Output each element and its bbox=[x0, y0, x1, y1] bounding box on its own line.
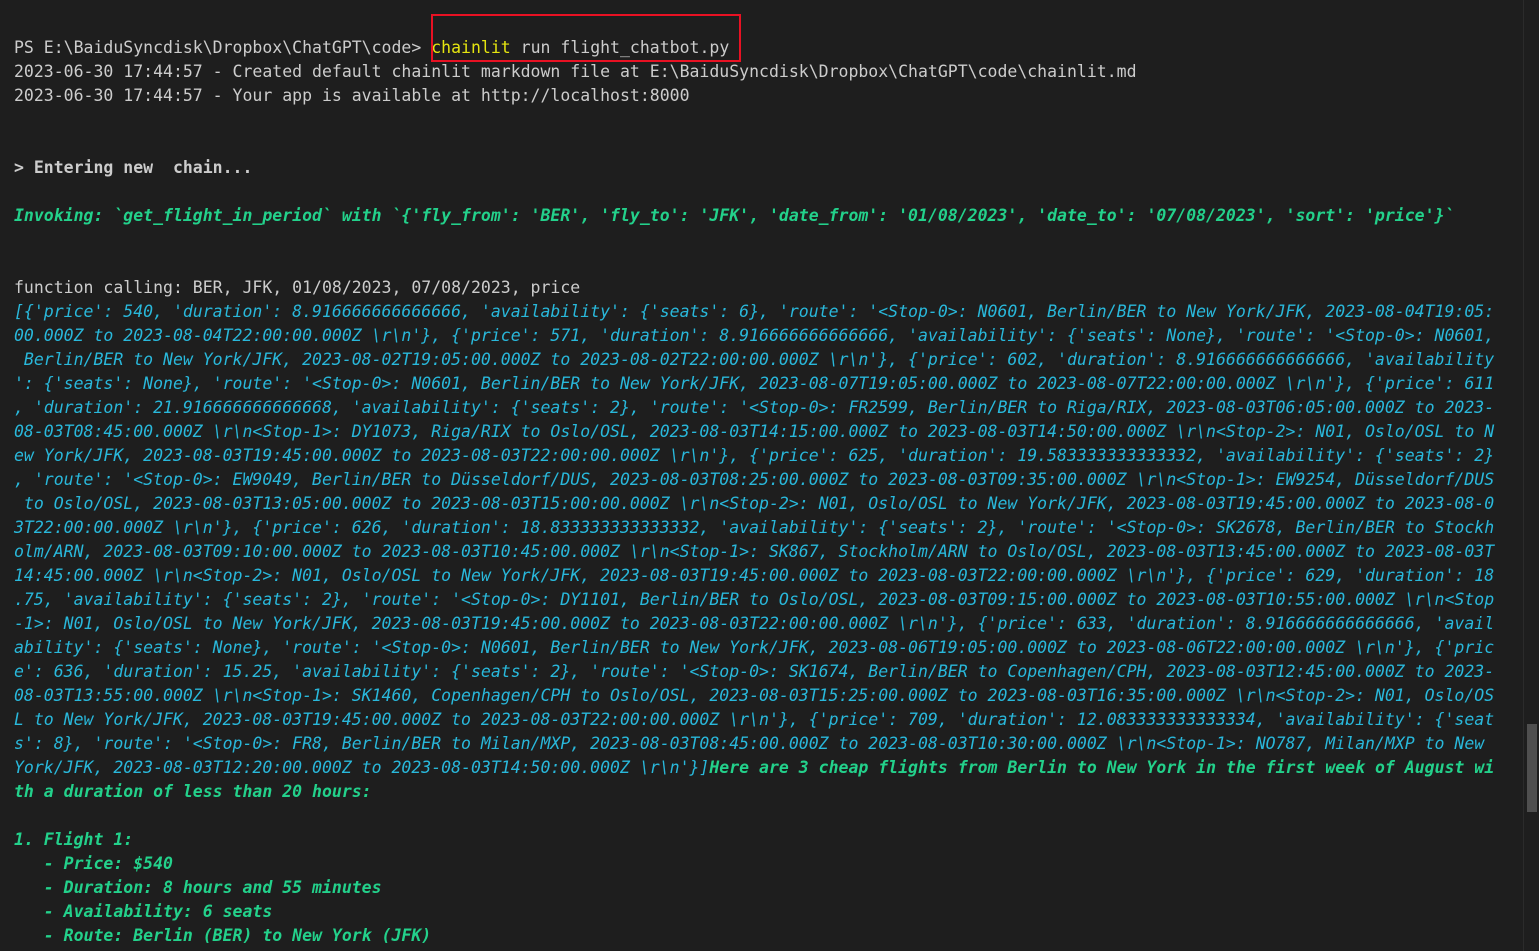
command-program: chainlit bbox=[431, 38, 511, 57]
result-line: 00.000Z to 2023-08-04T22:00:00.000Z \r\n… bbox=[14, 326, 1495, 345]
shell-prompt: PS E:\BaiduSyncdisk\Dropbox\ChatGPT\code… bbox=[14, 38, 432, 57]
entering-chain-line: > Entering new chain... bbox=[14, 158, 253, 177]
result-line: , 'duration': 21.916666666666668, 'avail… bbox=[14, 398, 1495, 417]
result-line: ': {'seats': None}, 'route': '<Stop-0>: … bbox=[14, 374, 1495, 393]
result-line: s': 8}, 'route': '<Stop-0>: FR8, Berlin/… bbox=[14, 734, 1485, 753]
invoking-line: Invoking: `get_flight_in_period` with `{… bbox=[14, 206, 1455, 225]
result-line: 08-03T13:55:00.000Z \r\n<Stop-1>: SK1460… bbox=[14, 686, 1495, 705]
result-line: 08-03T08:45:00.000Z \r\n<Stop-1>: DY1073… bbox=[14, 422, 1495, 441]
result-line-final: York/JFK, 2023-08-03T12:20:00.000Z to 20… bbox=[14, 756, 1494, 780]
flight-duration: - Duration: 8 hours and 55 minutes bbox=[14, 878, 382, 897]
flight-heading: 1. Flight 1: bbox=[14, 830, 134, 849]
log-line-available: 2023-06-30 17:44:57 - Your app is availa… bbox=[14, 86, 690, 105]
flight-route: - Route: Berlin (BER) to New York (JFK) bbox=[14, 926, 432, 945]
result-line: to Oslo/OSL, 2023-08-03T13:05:00.000Z to… bbox=[14, 494, 1495, 513]
result-line: , 'route': '<Stop-0>: EW9049, Berlin/BER… bbox=[14, 470, 1495, 489]
result-line: ability': {'seats': None}, 'route': '<St… bbox=[14, 638, 1495, 657]
result-line: ew York/JFK, 2023-08-03T19:45:00.000Z to… bbox=[14, 446, 1495, 465]
flight-availability: - Availability: 6 seats bbox=[14, 902, 273, 921]
result-line: -1>: N01, Oslo/OSL to New York/JFK, 2023… bbox=[14, 614, 1495, 633]
command-line: PS E:\BaiduSyncdisk\Dropbox\ChatGPT\code… bbox=[14, 36, 729, 60]
result-line: e': 636, 'duration': 15.25, 'availabilit… bbox=[14, 662, 1495, 681]
result-line: Berlin/BER to New York/JFK, 2023-08-02T1… bbox=[14, 350, 1495, 369]
result-line: olm/ARN, 2023-08-03T09:10:00.000Z to 202… bbox=[14, 542, 1495, 561]
result-line: 3T22:00:00.000Z \r\n'}, {'price': 626, '… bbox=[14, 518, 1495, 537]
answer-wrap-line: th a duration of less than 20 hours: bbox=[14, 782, 372, 801]
command-args: run flight_chatbot.py bbox=[510, 38, 730, 57]
terminal-output[interactable]: PS E:\BaiduSyncdisk\Dropbox\ChatGPT\code… bbox=[0, 0, 1524, 951]
vertical-scrollbar[interactable] bbox=[1523, 0, 1539, 951]
result-line: .75, 'availability': {'seats': 2}, 'rout… bbox=[14, 590, 1495, 609]
log-line-created: 2023-06-30 17:44:57 - Created default ch… bbox=[14, 62, 1137, 81]
function-calling-line: function calling: BER, JFK, 01/08/2023, … bbox=[14, 278, 581, 297]
answer-start: Here are 3 cheap flights from Berlin to … bbox=[709, 758, 1495, 777]
result-line: L to New York/JFK, 2023-08-03T19:45:00.0… bbox=[14, 710, 1495, 729]
result-tail: York/JFK, 2023-08-03T12:20:00.000Z to 20… bbox=[14, 758, 710, 777]
result-line: 14:45:00.000Z \r\n<Stop-2>: N01, Oslo/OS… bbox=[14, 566, 1495, 585]
scrollbar-thumb[interactable] bbox=[1527, 724, 1537, 812]
result-line: [{'price': 540, 'duration': 8.9166666666… bbox=[14, 302, 1495, 321]
flight-price: - Price: $540 bbox=[14, 854, 173, 873]
